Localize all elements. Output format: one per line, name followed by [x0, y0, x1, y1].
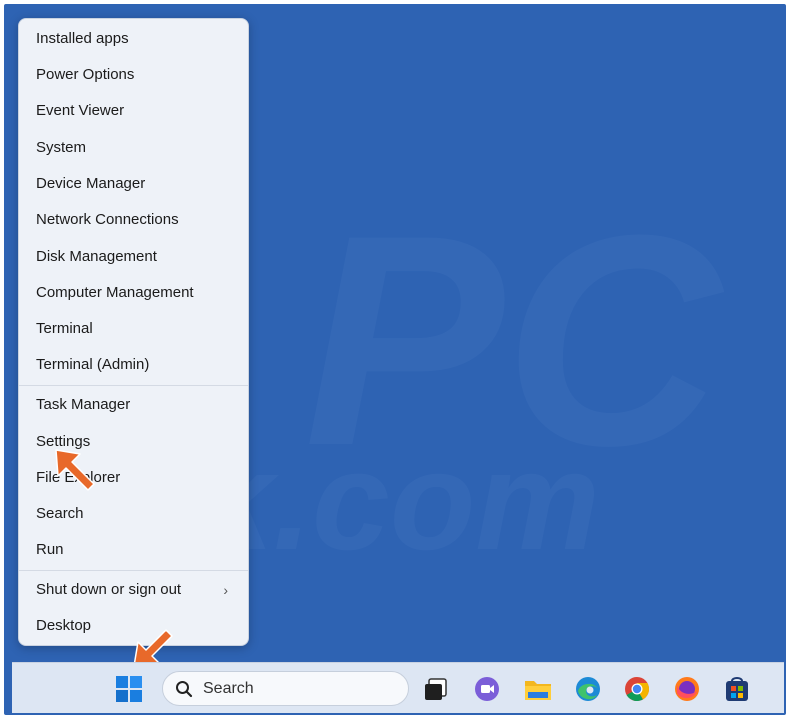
menu-item-installed-apps[interactable]: Installed apps — [21, 22, 246, 56]
menu-item-terminal[interactable]: Terminal — [21, 312, 246, 346]
chrome-icon — [625, 677, 650, 702]
start-button[interactable] — [111, 671, 147, 707]
menu-item-disk-management[interactable]: Disk Management — [21, 240, 246, 274]
edge-button[interactable] — [570, 671, 606, 707]
file-explorer-icon — [525, 681, 551, 700]
pointer-arrow-settings — [55, 449, 95, 491]
menu-item-power-options[interactable]: Power Options — [21, 58, 246, 92]
menu-item-run[interactable]: Run — [21, 533, 246, 567]
menu-item-computer-management[interactable]: Computer Management — [21, 276, 246, 310]
menu-item-system[interactable]: System — [21, 131, 246, 165]
menu-item-terminal-admin[interactable]: Terminal (Admin) — [21, 348, 246, 382]
taskbar-search-box[interactable]: Search — [162, 671, 409, 706]
windows-start-icon — [116, 676, 142, 702]
menu-item-task-manager[interactable]: Task Manager — [21, 388, 246, 422]
file-explorer-button[interactable] — [520, 671, 556, 707]
desktop-background[interactable]: PC risk.com Installed apps Power Options… — [4, 4, 786, 715]
taskbar: Search — [12, 662, 784, 713]
menu-item-network-connections[interactable]: Network Connections — [21, 203, 246, 237]
meet-chat-icon — [475, 677, 499, 701]
search-icon — [176, 681, 193, 698]
task-view-icon — [425, 678, 447, 700]
store-button[interactable] — [719, 671, 755, 707]
menu-item-search[interactable]: Search — [21, 497, 246, 531]
firefox-icon — [675, 677, 699, 701]
meet-chat-button[interactable] — [469, 671, 505, 707]
edge-icon — [576, 677, 600, 701]
store-icon — [726, 677, 748, 701]
menu-separator — [19, 385, 248, 386]
menu-separator — [19, 570, 248, 571]
task-view-button[interactable] — [418, 671, 454, 707]
chevron-right-icon: › — [223, 582, 228, 598]
menu-item-device-manager[interactable]: Device Manager — [21, 167, 246, 201]
menu-item-event-viewer[interactable]: Event Viewer — [21, 94, 246, 128]
search-placeholder: Search — [203, 680, 254, 697]
chrome-button[interactable] — [619, 671, 655, 707]
menu-item-shut-down[interactable]: Shut down or sign out › — [21, 573, 246, 607]
firefox-button[interactable] — [669, 671, 705, 707]
winx-context-menu: Installed apps Power Options Event Viewe… — [18, 18, 249, 646]
